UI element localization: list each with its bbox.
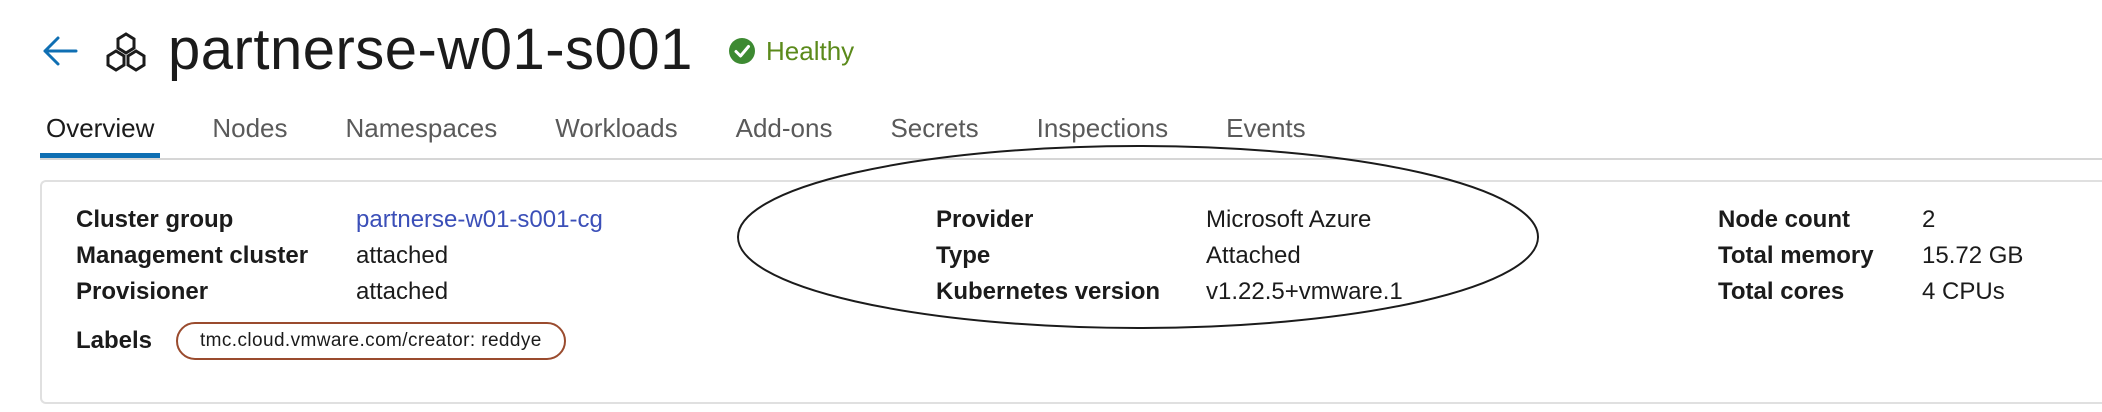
provider-info-column: Provider Microsoft Azure Type Attached K… — [936, 202, 1403, 310]
provider-label: Provider — [936, 206, 1034, 233]
type-row: Type Attached — [936, 238, 1403, 274]
total-cores-value: 4 CPUs — [1922, 278, 2005, 305]
label-chip[interactable]: tmc.cloud.vmware.com/creator: reddye — [176, 322, 566, 360]
tab-namespaces[interactable]: Namespaces — [340, 110, 504, 158]
cluster-info-column: Cluster group partnerse-w01-s001-cg Mana… — [76, 202, 603, 310]
tab-secrets[interactable]: Secrets — [884, 110, 984, 158]
labels-label: Labels — [76, 327, 153, 354]
kubernetes-version-row: Kubernetes version v1.22.5+vmware.1 — [936, 274, 1403, 310]
labels-row: Labels tmc.cloud.vmware.com/creator: red… — [76, 322, 566, 360]
tab-events[interactable]: Events — [1220, 110, 1312, 158]
overview-card: Cluster group partnerse-w01-s001-cg Mana… — [40, 180, 2102, 404]
total-memory-label: Total memory — [1718, 242, 1874, 269]
type-label: Type — [936, 242, 991, 269]
cluster-group-link[interactable]: partnerse-w01-s001-cg — [356, 206, 603, 234]
cluster-group-label: Cluster group — [76, 206, 234, 233]
status-text: Healthy — [766, 35, 855, 66]
provisioner-value: attached — [356, 278, 449, 305]
total-cores-row: Total cores 4 CPUs — [1718, 274, 2023, 310]
kubernetes-version-label: Kubernetes version — [936, 278, 1161, 305]
total-memory-row: Total memory 15.72 GB — [1718, 238, 2023, 274]
node-count-row: Node count 2 — [1718, 202, 2023, 238]
node-count-label: Node count — [1718, 206, 1850, 233]
node-count-value: 2 — [1922, 206, 1936, 233]
capacity-info-column: Node count 2 Total memory 15.72 GB Total… — [1718, 202, 2023, 310]
provider-row: Provider Microsoft Azure — [936, 202, 1403, 238]
tab-bar: Overview Nodes Namespaces Workloads Add-… — [40, 110, 1358, 160]
provider-value: Microsoft Azure — [1206, 206, 1372, 233]
cluster-group-row: Cluster group partnerse-w01-s001-cg — [76, 202, 603, 238]
tab-overview[interactable]: Overview — [40, 110, 161, 158]
management-cluster-label: Management cluster — [76, 242, 309, 269]
tab-add-ons[interactable]: Add-ons — [730, 110, 839, 158]
type-value: Attached — [1206, 242, 1301, 269]
status-badge: Healthy — [728, 36, 854, 66]
tab-nodes[interactable]: Nodes — [206, 110, 293, 158]
back-arrow-icon[interactable] — [40, 34, 80, 68]
kubernetes-version-value: v1.22.5+vmware.1 — [1206, 278, 1403, 305]
tab-inspections[interactable]: Inspections — [1031, 110, 1175, 158]
total-cores-label: Total cores — [1718, 278, 1845, 305]
cluster-icon — [106, 32, 146, 72]
check-circle-icon — [729, 38, 755, 64]
management-cluster-row: Management cluster attached — [76, 238, 603, 274]
tabs-divider — [40, 158, 2102, 160]
provisioner-row: Provisioner attached — [76, 274, 603, 310]
total-memory-value: 15.72 GB — [1922, 242, 2024, 269]
tab-workloads[interactable]: Workloads — [549, 110, 683, 158]
management-cluster-value: attached — [356, 242, 449, 269]
page-title: partnerse-w01-s001 — [168, 17, 693, 82]
provisioner-label: Provisioner — [76, 278, 209, 305]
